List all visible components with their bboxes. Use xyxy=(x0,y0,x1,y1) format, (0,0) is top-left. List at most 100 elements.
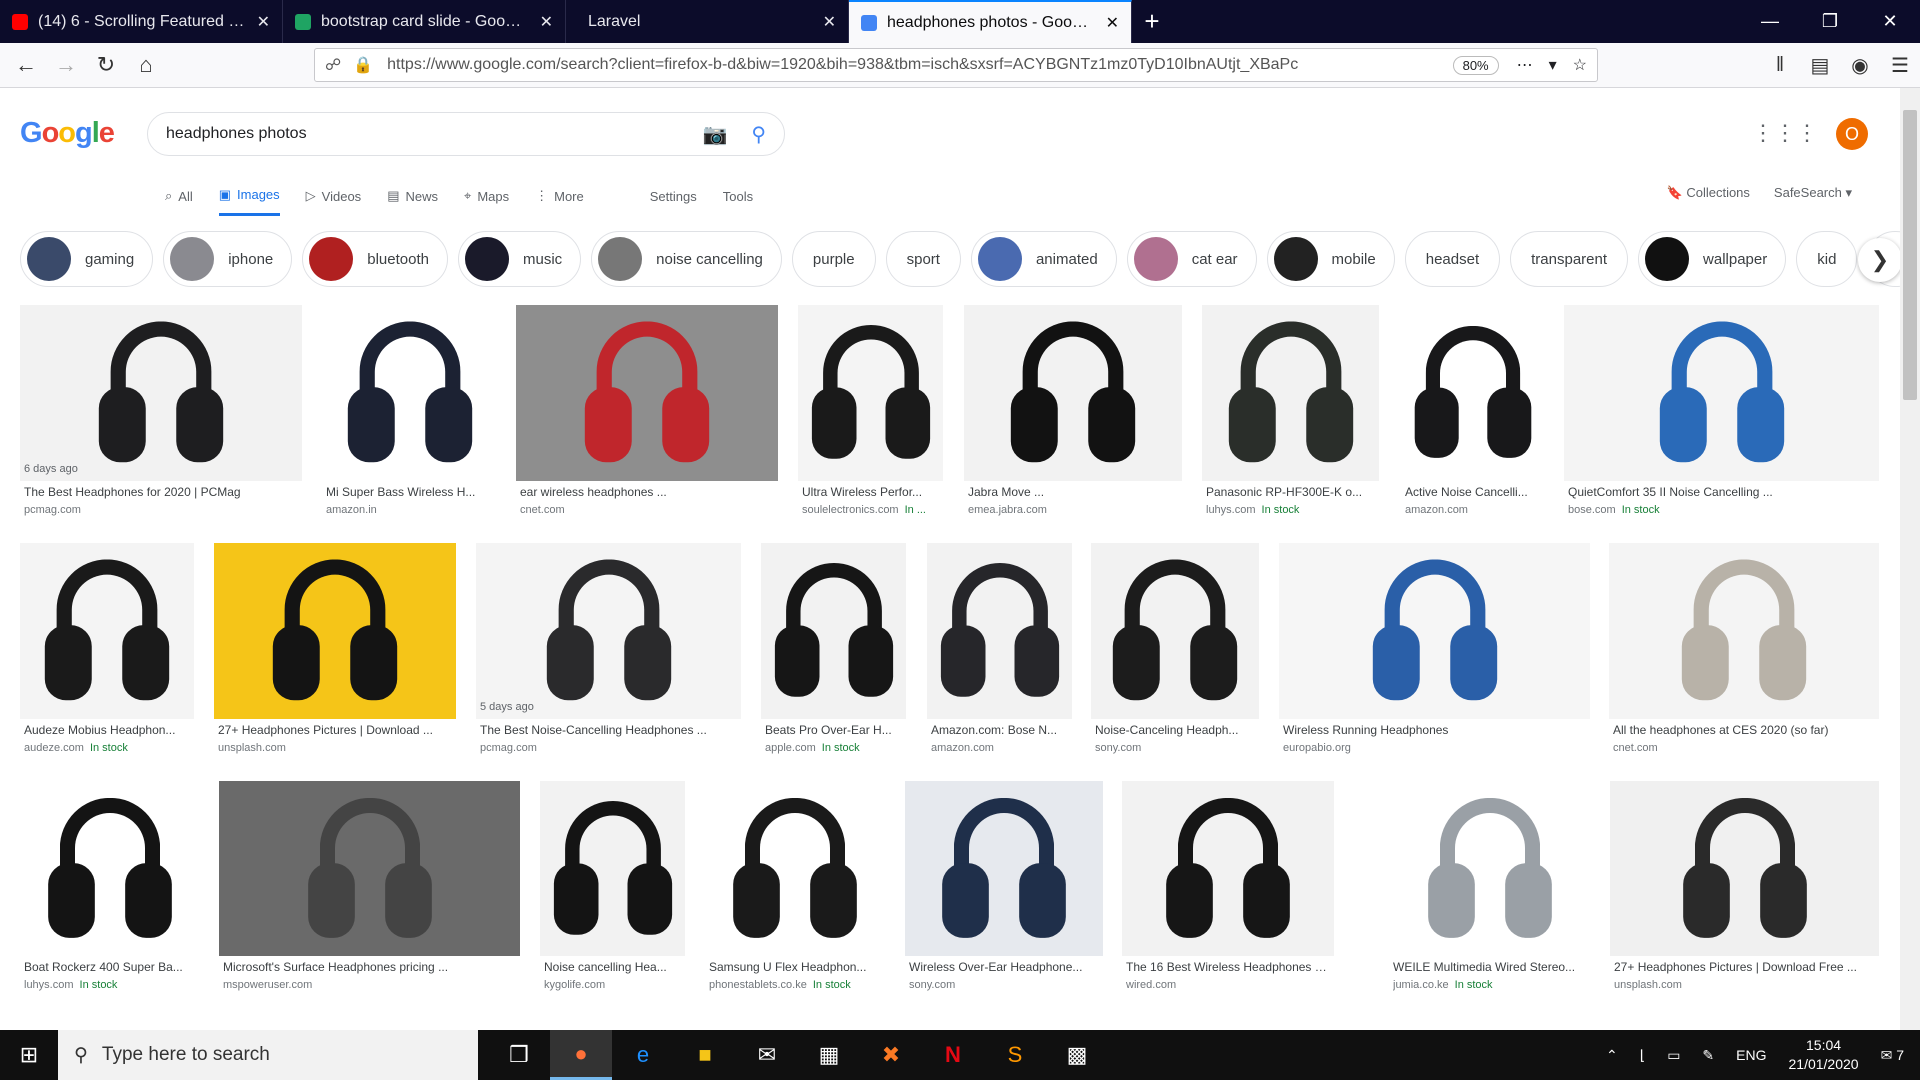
file-explorer-icon[interactable]: ■ xyxy=(674,1030,736,1080)
result-thumbnail[interactable] xyxy=(1279,543,1590,719)
chevron-right-icon[interactable]: ❯ xyxy=(1858,238,1902,282)
result-title[interactable]: Ultra Wireless Perfor... xyxy=(802,485,939,501)
bookmark-star-icon[interactable]: ☆ xyxy=(1573,55,1587,75)
image-result[interactable]: Noise-Canceling Headph... sony.com xyxy=(1091,543,1259,754)
result-title[interactable]: Wireless Over-Ear Headphone... xyxy=(909,960,1099,976)
browser-tab[interactable]: Laravel ✕ xyxy=(566,0,849,43)
result-source[interactable]: pcmag.com xyxy=(24,504,298,516)
result-thumbnail[interactable] xyxy=(1122,781,1334,956)
result-thumbnail[interactable] xyxy=(761,543,906,719)
image-result[interactable]: ear wireless headphones ... cnet.com xyxy=(516,305,778,516)
browser-tab[interactable]: headphones photos - Google S ✕ xyxy=(849,0,1132,43)
image-result[interactable]: Amazon.com: Bose N... amazon.com xyxy=(927,543,1072,754)
tab-news[interactable]: ▤ News xyxy=(387,176,438,216)
result-title[interactable]: Boat Rockerz 400 Super Ba... xyxy=(24,960,196,976)
sidebar-icon[interactable]: ▤ xyxy=(1800,53,1840,78)
settings-link[interactable]: Settings xyxy=(650,189,697,204)
image-result[interactable]: Wireless Running Headphones europabio.org xyxy=(1279,543,1590,754)
firefox-icon[interactable]: ● xyxy=(550,1030,612,1080)
taskbar-search[interactable]: ⚲ Type here to search xyxy=(58,1030,478,1080)
image-result[interactable]: Ultra Wireless Perfor... soulelectronics.… xyxy=(798,305,943,516)
mail-icon[interactable]: ✉ xyxy=(736,1030,798,1080)
image-result[interactable]: WEILE Multimedia Wired Stereo... jumia.co… xyxy=(1389,781,1591,991)
result-title[interactable]: Wireless Running Headphones xyxy=(1283,723,1586,739)
browser-tab[interactable]: (14) 6 - Scrolling Featured Prod ✕ xyxy=(0,0,283,43)
image-result[interactable]: Samsung U Flex Headphon... phonestablets.… xyxy=(705,781,885,991)
scrollbar[interactable] xyxy=(1900,88,1920,1030)
result-thumbnail[interactable] xyxy=(20,543,194,719)
result-source[interactable]: phonestablets.co.ke In stock xyxy=(709,979,881,991)
url-text[interactable]: https://www.google.com/search?client=fir… xyxy=(387,56,1452,74)
result-source[interactable]: amazon.com xyxy=(1405,504,1540,516)
account-icon[interactable]: ◉ xyxy=(1840,53,1880,78)
image-result[interactable]: 5 days ago The Best Noise-Cancelling Head… xyxy=(476,543,741,754)
chip-headset[interactable]: headset xyxy=(1404,231,1501,287)
chip-bluetooth[interactable]: bluetooth xyxy=(302,231,448,287)
result-title[interactable]: The Best Headphones for 2020 | PCMag xyxy=(24,485,298,501)
result-thumbnail[interactable] xyxy=(20,781,200,956)
result-source[interactable]: luhys.com In stock xyxy=(24,979,196,991)
zoom-badge[interactable]: 80% xyxy=(1452,55,1499,75)
image-result[interactable]: Active Noise Cancelli... amazon.com xyxy=(1401,305,1544,516)
result-title[interactable]: All the headphones at CES 2020 (so far) xyxy=(1613,723,1875,739)
close-tab-icon[interactable]: ✕ xyxy=(1106,13,1119,33)
address-bar[interactable]: ☍ 🔒 https://www.google.com/search?client… xyxy=(314,48,1598,82)
avatar[interactable]: O xyxy=(1836,118,1868,150)
chip-animated[interactable]: animated xyxy=(970,231,1117,287)
result-title[interactable]: Panasonic RP-HF300E-K o... xyxy=(1206,485,1375,501)
back-icon[interactable]: ← xyxy=(6,45,46,85)
library-icon[interactable]: ‖ xyxy=(1760,54,1800,77)
result-source[interactable]: apple.com In stock xyxy=(765,742,902,754)
chip-purple[interactable]: purple xyxy=(791,231,876,287)
close-tab-icon[interactable]: ✕ xyxy=(540,12,553,32)
image-result[interactable]: 6 days ago The Best Headphones for 2020 |… xyxy=(20,305,302,516)
result-source[interactable]: mspoweruser.com xyxy=(223,979,516,991)
sublime-text-icon[interactable]: S xyxy=(984,1030,1046,1080)
result-title[interactable]: Samsung U Flex Headphon... xyxy=(709,960,881,976)
image-result[interactable]: Noise cancelling Hea... kygolife.com xyxy=(540,781,685,991)
result-source[interactable]: emea.jabra.com xyxy=(968,504,1178,516)
chip-wallpaper[interactable]: wallpaper xyxy=(1638,231,1787,287)
result-thumbnail[interactable] xyxy=(1610,781,1879,956)
browser-tab[interactable]: bootstrap card slide - Google D ✕ xyxy=(283,0,566,43)
result-title[interactable]: WEILE Multimedia Wired Stereo... xyxy=(1393,960,1587,976)
chip-transparent[interactable]: transparent xyxy=(1510,231,1629,287)
result-title[interactable]: Microsoft's Surface Headphones pricing .… xyxy=(223,960,516,976)
tab-more[interactable]: ⋮ More xyxy=(535,176,584,216)
battery-icon[interactable]: ▭ xyxy=(1667,1047,1680,1064)
image-result[interactable]: Jabra Move ... emea.jabra.com xyxy=(964,305,1182,516)
result-title[interactable]: Amazon.com: Bose N... xyxy=(931,723,1068,739)
chip-music[interactable]: music xyxy=(457,231,582,287)
pocket-icon[interactable]: ▾ xyxy=(1549,55,1557,75)
result-source[interactable]: amazon.com xyxy=(931,742,1068,754)
image-result[interactable]: Microsoft's Surface Headphones pricing .… xyxy=(219,781,520,991)
lock-icon[interactable]: 🔒 xyxy=(353,55,373,75)
result-title[interactable]: Audeze Mobius Headphon... xyxy=(24,723,190,739)
result-thumbnail[interactable] xyxy=(322,305,497,481)
reload-icon[interactable]: ↻ xyxy=(86,45,126,85)
result-thumbnail[interactable] xyxy=(1389,781,1591,956)
store-icon[interactable]: ▦ xyxy=(798,1030,860,1080)
result-title[interactable]: Noise cancelling Hea... xyxy=(544,960,681,976)
pen-icon[interactable]: ✎ xyxy=(1702,1047,1714,1064)
notifications-icon[interactable]: ✉ 7 xyxy=(1881,1047,1904,1064)
result-thumbnail[interactable] xyxy=(219,781,520,956)
search-icon[interactable]: ⚲ xyxy=(751,122,766,147)
scrollbar-thumb[interactable] xyxy=(1903,110,1917,400)
result-source[interactable]: unsplash.com xyxy=(1614,979,1875,991)
result-title[interactable]: Beats Pro Over-Ear H... xyxy=(765,723,902,739)
tools-link[interactable]: Tools xyxy=(723,189,753,204)
result-thumbnail[interactable] xyxy=(1091,543,1259,719)
result-source[interactable]: soulelectronics.com In ... xyxy=(802,504,939,516)
chip-cat-ear[interactable]: cat ear xyxy=(1126,231,1257,287)
result-source[interactable]: europabio.org xyxy=(1283,742,1586,754)
maximize-icon[interactable]: ❐ xyxy=(1800,0,1860,43)
shield-icon[interactable]: ☍ xyxy=(325,55,341,75)
result-source[interactable]: audeze.com In stock xyxy=(24,742,190,754)
result-thumbnail[interactable] xyxy=(798,305,943,481)
result-thumbnail[interactable]: 5 days ago xyxy=(476,543,741,719)
edge-icon[interactable]: e xyxy=(612,1030,674,1080)
result-thumbnail[interactable] xyxy=(1609,543,1879,719)
close-window-icon[interactable]: ✕ xyxy=(1860,0,1920,43)
chip-mobile[interactable]: mobile xyxy=(1266,231,1395,287)
